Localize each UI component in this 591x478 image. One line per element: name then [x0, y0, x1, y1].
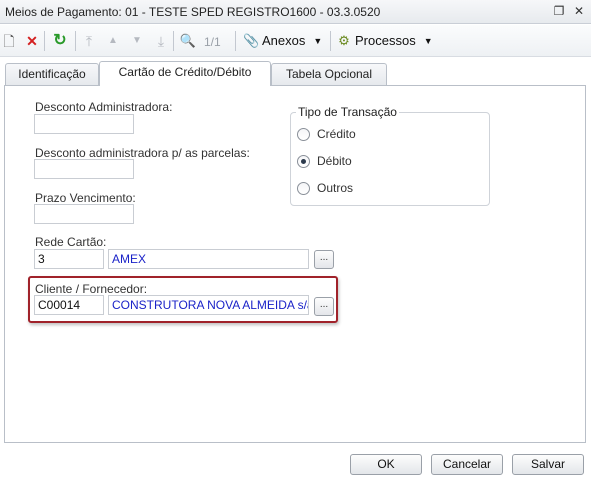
- radio-outros-label[interactable]: Outros: [317, 181, 353, 195]
- tab-strip: Identificação Cartão de Crédito/Débito T…: [0, 58, 591, 86]
- ok-button[interactable]: OK: [350, 454, 422, 475]
- desconto-parcelas-label: Desconto administradora p/ as parcelas:: [35, 146, 250, 160]
- delete-icon[interactable]: ✕: [24, 31, 40, 51]
- prazo-vencimento-input[interactable]: [34, 204, 134, 224]
- tipo-transacao-group: Tipo de Transação Crédito Débito Outros: [290, 105, 490, 206]
- radio-debito-label[interactable]: Débito: [317, 154, 352, 168]
- rede-cartao-label: Rede Cartão:: [35, 235, 107, 249]
- close-window-icon[interactable]: ✕: [570, 3, 588, 20]
- refresh-icon[interactable]: ↻: [51, 31, 69, 51]
- radio-credito-label[interactable]: Crédito: [317, 127, 356, 141]
- dialog-footer: OK Cancelar Salvar: [0, 444, 591, 478]
- radio-debito[interactable]: [297, 155, 310, 168]
- toolbar-separator: [44, 31, 45, 51]
- cliente-fornecedor-code-input[interactable]: C00014: [34, 295, 104, 315]
- chevron-down-icon: ▼: [313, 36, 323, 46]
- record-pager: 1/1: [204, 35, 221, 49]
- desconto-parcelas-input[interactable]: [34, 159, 134, 179]
- last-record-icon[interactable]: ⤓: [152, 31, 170, 51]
- next-record-icon[interactable]: ▼: [128, 31, 146, 51]
- toolbar: 🗋 ✕ ↻ ⤒ ▲ ▼ ⤓ 🔍 1/1 📎 Anexos ▼ ⚙ Processos ▼: [0, 25, 591, 57]
- toolbar-separator: [173, 31, 174, 51]
- new-document-icon[interactable]: 🗋: [1, 31, 17, 51]
- gear-icon: ⚙: [338, 33, 350, 48]
- processes-menu-button[interactable]: ⚙ Processos ▼: [336, 31, 433, 51]
- desconto-administradora-label: Desconto Administradora:: [35, 100, 173, 114]
- tab-cartao-credito-debito[interactable]: Cartão de Crédito/Débito: [99, 61, 271, 86]
- attachments-menu-button[interactable]: 📎 Anexos ▼: [243, 31, 322, 51]
- attachments-label: Anexos: [262, 33, 306, 48]
- first-record-icon[interactable]: ⤒: [80, 31, 98, 51]
- cliente-fornecedor-lookup-button[interactable]: ...: [314, 297, 334, 316]
- toolbar-separator: [330, 31, 331, 51]
- radio-credito[interactable]: [297, 128, 310, 141]
- tipo-transacao-legend: Tipo de Transação: [296, 105, 399, 119]
- chevron-down-icon: ▼: [423, 36, 433, 46]
- cliente-fornecedor-label: Cliente / Fornecedor:: [35, 282, 148, 296]
- search-icon[interactable]: 🔍: [178, 31, 198, 51]
- window-titlebar: Meios de Pagamento: 01 - TESTE SPED REGI…: [0, 0, 591, 24]
- save-button[interactable]: Salvar: [512, 454, 584, 475]
- rede-cartao-description-field: AMEX: [108, 249, 309, 269]
- desconto-administradora-input[interactable]: [34, 114, 134, 134]
- cancel-button[interactable]: Cancelar: [431, 454, 503, 475]
- rede-cartao-code-input[interactable]: 3: [34, 249, 104, 269]
- radio-outros[interactable]: [297, 182, 310, 195]
- paperclip-icon: 📎: [243, 33, 260, 48]
- tab-tabela-opcional[interactable]: Tabela Opcional: [271, 63, 387, 85]
- window-title: Meios de Pagamento: 01 - TESTE SPED REGI…: [5, 5, 381, 19]
- cliente-fornecedor-description-field: CONSTRUTORA NOVA ALMEIDA s/a: [108, 295, 309, 315]
- tab-identificacao[interactable]: Identificação: [5, 63, 99, 85]
- rede-cartao-lookup-button[interactable]: ...: [314, 250, 334, 269]
- previous-record-icon[interactable]: ▲: [104, 31, 122, 51]
- toolbar-separator: [235, 31, 236, 51]
- toolbar-separator: [75, 31, 76, 51]
- restore-window-icon[interactable]: ❐: [550, 3, 568, 20]
- prazo-vencimento-label: Prazo Vencimento:: [35, 191, 136, 205]
- processes-label: Processos: [355, 33, 416, 48]
